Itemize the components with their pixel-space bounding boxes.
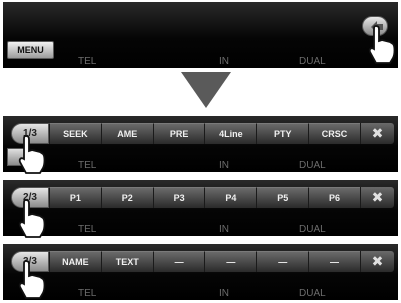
preset-1-button[interactable]: P1 bbox=[49, 187, 101, 208]
status-tel: TEL bbox=[78, 288, 97, 299]
text-button[interactable]: TEXT bbox=[100, 251, 153, 272]
name-button[interactable]: NAME bbox=[49, 251, 101, 272]
hand-pointer-icon bbox=[366, 24, 398, 64]
status-in: IN bbox=[219, 56, 229, 67]
status-tel: TEL bbox=[78, 160, 97, 171]
status-dual: DUAL bbox=[299, 288, 326, 299]
close-x-icon[interactable]: ✖ bbox=[359, 187, 394, 208]
seek-button[interactable]: SEEK bbox=[49, 123, 101, 144]
preset-5-button[interactable]: P5 bbox=[256, 187, 309, 208]
pre-button[interactable]: PRE bbox=[152, 123, 205, 144]
hand-pointer-icon bbox=[16, 259, 48, 299]
crsc-button[interactable]: CRSC bbox=[308, 123, 360, 144]
screen-page-1: 1/3 SEEK AME PRE 4Line PTY CRSC ✖ TEL IN… bbox=[3, 116, 398, 172]
empty-button-1[interactable]: — bbox=[152, 251, 205, 272]
empty-button-4[interactable]: — bbox=[308, 251, 360, 272]
empty-button-2[interactable]: — bbox=[204, 251, 257, 272]
status-in: IN bbox=[219, 224, 229, 235]
status-dual: DUAL bbox=[299, 160, 326, 171]
screen-page-2: 2/3 P1 P2 P3 P4 P5 P6 ✖ TEL IN DUAL bbox=[3, 180, 398, 236]
status-dual: DUAL bbox=[299, 224, 326, 235]
pty-button[interactable]: PTY bbox=[256, 123, 309, 144]
close-x-icon[interactable]: ✖ bbox=[359, 251, 394, 272]
status-line: TEL IN DUAL bbox=[3, 56, 398, 68]
status-line: TEL IN DUAL bbox=[3, 224, 398, 236]
preset-2-button[interactable]: P2 bbox=[100, 187, 153, 208]
function-bar-2: 2/3 P1 P2 P3 P4 P5 P6 ✖ bbox=[11, 187, 394, 208]
status-dual: DUAL bbox=[299, 56, 326, 67]
function-bar-1: 1/3 SEEK AME PRE 4Line PTY CRSC ✖ bbox=[11, 123, 394, 144]
status-line: TEL IN DUAL bbox=[3, 160, 398, 172]
ame-button[interactable]: AME bbox=[100, 123, 153, 144]
hand-pointer-icon bbox=[16, 198, 48, 238]
empty-button-3[interactable]: — bbox=[256, 251, 309, 272]
preset-3-button[interactable]: P3 bbox=[152, 187, 205, 208]
function-bar-3: 3/3 NAME TEXT — — — — ✖ bbox=[11, 251, 394, 272]
down-arrow-icon bbox=[181, 72, 231, 108]
4line-button[interactable]: 4Line bbox=[204, 123, 257, 144]
status-tel: TEL bbox=[78, 224, 97, 235]
screen-page-3: 3/3 NAME TEXT — — — — ✖ TEL IN DUAL bbox=[3, 244, 398, 300]
close-x-icon[interactable]: ✖ bbox=[359, 123, 394, 144]
status-in: IN bbox=[219, 160, 229, 171]
hand-pointer-icon bbox=[16, 134, 48, 174]
screen-initial: MENU TEL IN DUAL bbox=[3, 2, 398, 68]
status-line: TEL IN DUAL bbox=[3, 288, 398, 300]
status-in: IN bbox=[219, 288, 229, 299]
preset-6-button[interactable]: P6 bbox=[308, 187, 360, 208]
preset-4-button[interactable]: P4 bbox=[204, 187, 257, 208]
status-tel: TEL bbox=[78, 56, 97, 67]
